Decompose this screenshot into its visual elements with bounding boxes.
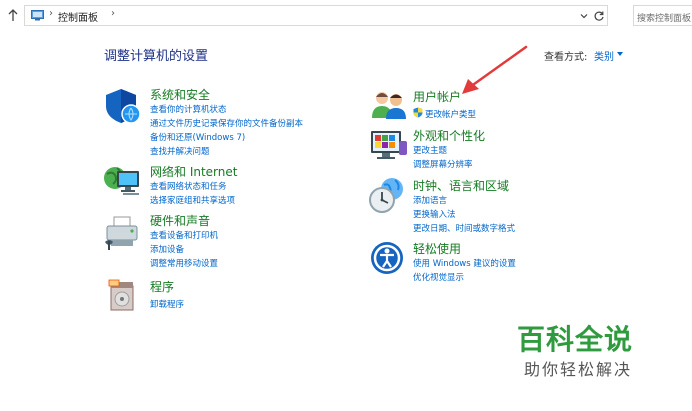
address-field[interactable]: › 控制面板 › [24, 5, 608, 26]
control-panel-icon [31, 10, 44, 21]
link-recommended-settings[interactable]: 使用 Windows 建议的设置 [413, 257, 516, 269]
link-network-status[interactable]: 查看网络状态和任务 [150, 180, 227, 192]
watermark-tagline: 助你轻松解决 [524, 360, 633, 379]
link-file-history-backup[interactable]: 通过文件历史记录保存你的文件备份副本 [150, 117, 303, 129]
link-view-computer-status[interactable]: 查看你的计算机状态 [150, 103, 227, 115]
link-optimize-visual-display[interactable]: 优化视觉显示 [413, 271, 464, 283]
link-add-device[interactable]: 添加设备 [150, 243, 184, 255]
link-change-input-method[interactable]: 更换输入法 [413, 208, 456, 220]
appearance-icon[interactable] [369, 127, 409, 163]
link-devices-printers[interactable]: 查看设备和打印机 [150, 229, 218, 241]
programs-icon[interactable] [107, 278, 139, 312]
view-by-label: 查看方式: [544, 52, 588, 63]
refresh-icon[interactable] [593, 10, 605, 22]
dropdown-arrow-icon[interactable] [617, 52, 623, 56]
watermark-logo-text: 百科全说 [517, 323, 634, 356]
link-change-theme[interactable]: 更改主题 [413, 144, 447, 156]
clock-globe-icon[interactable] [368, 176, 406, 214]
printer-icon[interactable] [103, 214, 143, 252]
link-troubleshoot[interactable]: 查找并解决问题 [150, 145, 210, 157]
breadcrumb-control-panel[interactable]: 控制面板 [58, 9, 98, 24]
user-accounts-icon[interactable] [371, 88, 407, 120]
link-screen-resolution[interactable]: 调整屏幕分辨率 [413, 158, 473, 170]
link-uninstall-program[interactable]: 卸载程序 [150, 298, 184, 310]
breadcrumb-separator[interactable]: › [111, 8, 115, 19]
category-appearance[interactable]: 外观和个性化 [413, 127, 485, 144]
network-globe-icon[interactable] [103, 162, 143, 200]
category-system-security[interactable]: 系统和安全 [150, 86, 210, 103]
category-network-internet[interactable]: 网络和 Internet [150, 163, 237, 180]
ease-of-access-icon[interactable] [370, 241, 404, 275]
annotation-arrow-icon [462, 45, 528, 94]
up-arrow-icon[interactable] [6, 8, 20, 22]
search-field[interactable] [633, 5, 692, 26]
chevron-down-icon[interactable] [579, 11, 589, 21]
category-hardware-sound[interactable]: 硬件和声音 [150, 212, 210, 229]
link-backup-restore[interactable]: 备份和还原(Windows 7) [150, 131, 245, 143]
address-bar: › 控制面板 › [0, 0, 692, 30]
link-homegroup-sharing[interactable]: 选择家庭组和共享选项 [150, 194, 235, 206]
breadcrumb-separator[interactable]: › [49, 8, 53, 19]
view-by-dropdown[interactable]: 类别 [594, 48, 614, 63]
uac-shield-icon [413, 107, 423, 118]
category-programs[interactable]: 程序 [150, 278, 174, 295]
shield-icon[interactable] [104, 87, 142, 125]
link-mobility-settings[interactable]: 调整常用移动设置 [150, 257, 218, 269]
category-ease-of-access[interactable]: 轻松使用 [413, 240, 461, 257]
link-date-time-format[interactable]: 更改日期、时间或数字格式 [413, 222, 515, 234]
page-title: 调整计算机的设置 [104, 49, 209, 64]
link-add-language[interactable]: 添加语言 [413, 194, 447, 206]
search-input[interactable] [634, 9, 692, 25]
link-change-account-type[interactable]: 更改帐户类型 [425, 108, 476, 120]
category-clock-language-region[interactable]: 时钟、语言和区域 [413, 177, 509, 194]
